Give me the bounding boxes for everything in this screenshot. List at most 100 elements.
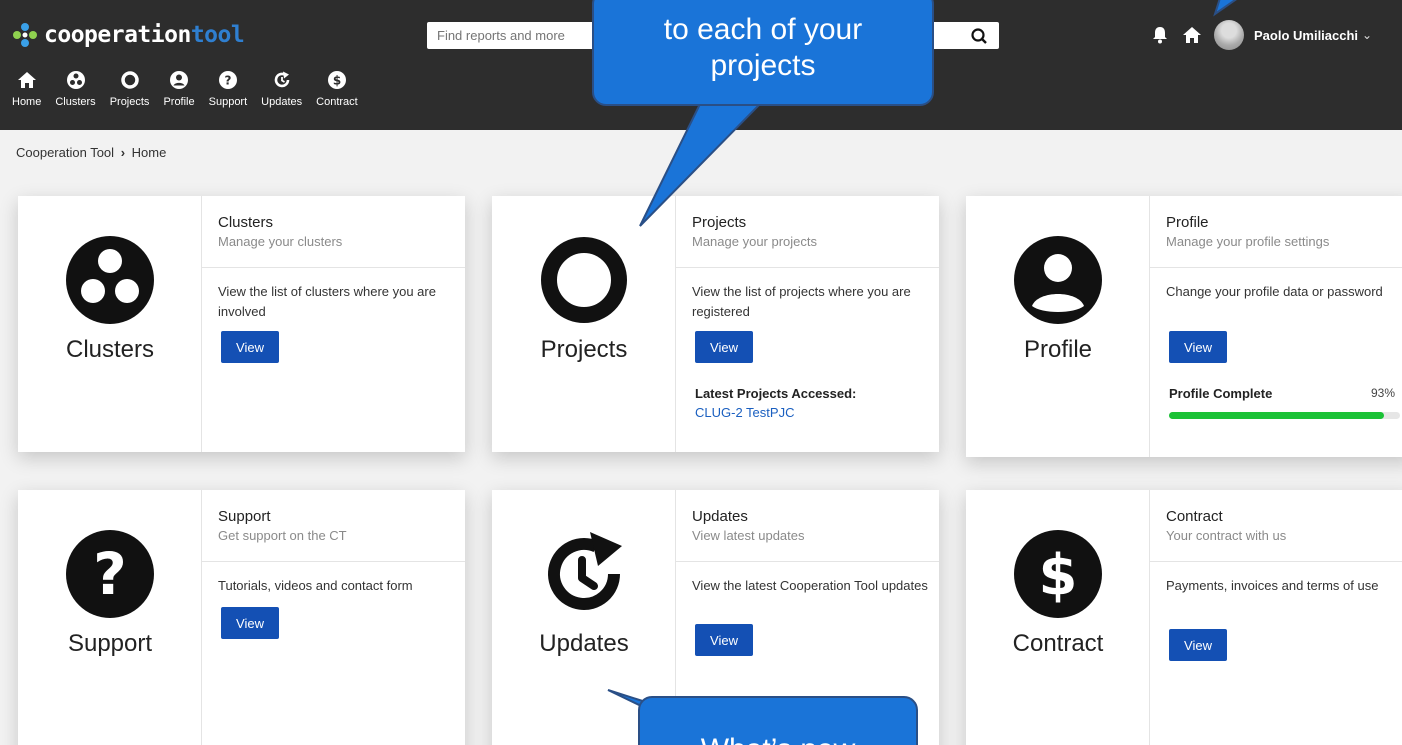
breadcrumb-current: Home xyxy=(131,145,167,160)
latest-project-link[interactable]: CLUG-2 TestPJC xyxy=(695,405,794,420)
card-big-label: Projects xyxy=(540,336,628,363)
projects-view-button[interactable]: View xyxy=(695,331,753,363)
card-description: View the list of projects where you are … xyxy=(692,284,911,319)
profile-view-button[interactable]: View xyxy=(1169,331,1227,363)
card-description: View the latest Cooperation Tool updates xyxy=(692,578,928,593)
profile-progress-fill xyxy=(1169,412,1384,419)
card-description: Tutorials, videos and contact form xyxy=(218,578,413,593)
card-description: Change your profile data or password xyxy=(1166,284,1383,299)
bell-icon[interactable] xyxy=(1150,25,1170,45)
nav-item-support[interactable]: ? Support xyxy=(208,70,248,108)
breadcrumb-separator: › xyxy=(120,145,126,160)
search-icon[interactable] xyxy=(969,26,991,46)
card-left-column: $ Contract xyxy=(966,490,1150,745)
svg-text:$: $ xyxy=(1039,543,1078,608)
projects-icon xyxy=(120,71,139,89)
card-divider xyxy=(202,267,465,268)
card-title: Projects xyxy=(692,214,747,231)
card-big-label: Updates xyxy=(539,630,629,657)
callout-projects-text: to each of your projects xyxy=(663,13,863,82)
card-big-label: Support xyxy=(67,630,153,657)
svg-text:?: ? xyxy=(93,540,127,608)
nav-label: Support xyxy=(208,96,248,108)
latest-projects-label: Latest Projects Accessed: xyxy=(695,386,857,401)
card-subtitle: Manage your clusters xyxy=(218,234,343,249)
nav-label: Profile xyxy=(163,96,195,108)
nav-label: Contract xyxy=(316,96,358,108)
card-description: Payments, invoices and terms of use xyxy=(1166,578,1379,593)
card-subtitle: Your contract with us xyxy=(1166,528,1287,543)
nav-item-updates[interactable]: Updates xyxy=(261,70,302,108)
nav-item-projects[interactable]: Projects xyxy=(109,70,150,108)
dollar-icon: $ xyxy=(1014,530,1102,618)
breadcrumb: Cooperation Tool › Home xyxy=(16,145,166,160)
question-icon: ? xyxy=(218,71,237,89)
card-divider xyxy=(1150,267,1402,268)
callout-projects: to each of your projects xyxy=(592,0,934,106)
card-title: Profile xyxy=(1166,214,1209,231)
breadcrumb-root[interactable]: Cooperation Tool xyxy=(16,145,114,160)
svg-text:?: ? xyxy=(224,74,231,88)
card-contract: $ Contract Contract Your contract with u… xyxy=(966,490,1402,745)
nav-label: Updates xyxy=(261,96,303,108)
updates-view-button[interactable]: View xyxy=(695,624,753,656)
profile-icon xyxy=(170,71,189,89)
card-subtitle: Manage your profile settings xyxy=(1166,234,1330,249)
support-view-button[interactable]: View xyxy=(221,607,279,639)
nav-item-contract[interactable]: $ Contract xyxy=(316,70,358,108)
updates-icon xyxy=(548,532,622,610)
nav-item-home[interactable]: Home xyxy=(12,70,41,108)
card-projects: Projects Projects Manage your projects V… xyxy=(492,196,939,452)
card-clusters: Clusters Clusters Manage your clusters V… xyxy=(18,196,465,452)
card-divider xyxy=(676,561,939,562)
clusters-icon xyxy=(66,71,85,89)
home-icon xyxy=(17,72,36,88)
card-title: Contract xyxy=(1166,508,1223,525)
card-divider xyxy=(676,267,939,268)
chevron-down-icon[interactable]: ⌄ xyxy=(1362,28,1372,42)
callout-updates: What’s new xyxy=(638,696,918,745)
card-left-column: ? Support xyxy=(18,490,202,745)
nav-item-profile[interactable]: Profile xyxy=(163,70,195,108)
contract-view-button[interactable]: View xyxy=(1169,629,1227,661)
dollar-icon: $ xyxy=(327,71,346,89)
avatar[interactable] xyxy=(1214,20,1244,50)
card-profile: Profile Profile Manage your profile sett… xyxy=(966,196,1402,457)
clusters-view-button[interactable]: View xyxy=(221,331,279,363)
user-name[interactable]: Paolo Umiliacchi xyxy=(1254,28,1358,43)
card-left-column: Clusters xyxy=(18,196,202,452)
nav-label: Projects xyxy=(109,96,150,108)
app-logo[interactable]: cooperationtool xyxy=(12,22,245,48)
card-divider xyxy=(202,561,465,562)
logo-icon xyxy=(13,23,37,47)
profile-progress-bar xyxy=(1169,412,1400,419)
card-left-column: Profile xyxy=(966,196,1150,457)
nav-label: Clusters xyxy=(55,96,96,108)
updates-icon xyxy=(274,71,289,88)
card-title: Clusters xyxy=(218,214,274,231)
card-divider xyxy=(1150,561,1402,562)
card-left-column: Projects xyxy=(492,196,676,452)
callout-updates-text: What’s new xyxy=(701,733,856,745)
clusters-icon xyxy=(66,236,154,324)
card-title: Updates xyxy=(692,508,748,525)
card-subtitle: View latest updates xyxy=(692,528,805,543)
logo-wordmark: cooperationtool xyxy=(44,22,245,48)
main-nav: Home Clusters Projects Profile ? Support… xyxy=(12,70,372,108)
card-big-label: Contract xyxy=(1012,630,1104,657)
profile-complete-value: 93% xyxy=(1371,386,1396,400)
card-big-label: Profile xyxy=(1023,336,1093,363)
home-icon[interactable] xyxy=(1182,25,1202,45)
nav-label: Home xyxy=(12,96,42,108)
profile-icon xyxy=(1014,236,1102,324)
card-title: Support xyxy=(218,508,271,525)
nav-item-clusters[interactable]: Clusters xyxy=(55,70,96,108)
question-icon: ? xyxy=(66,530,154,618)
card-big-label: Clusters xyxy=(65,336,155,363)
user-area: Paolo Umiliacchi ⌄ xyxy=(1150,20,1372,50)
card-subtitle: Get support on the CT xyxy=(218,528,347,543)
card-support: ? Support Support Get support on the CT … xyxy=(18,490,465,745)
projects-icon xyxy=(541,237,627,323)
card-subtitle: Manage your projects xyxy=(692,234,818,249)
svg-text:$: $ xyxy=(333,74,341,88)
